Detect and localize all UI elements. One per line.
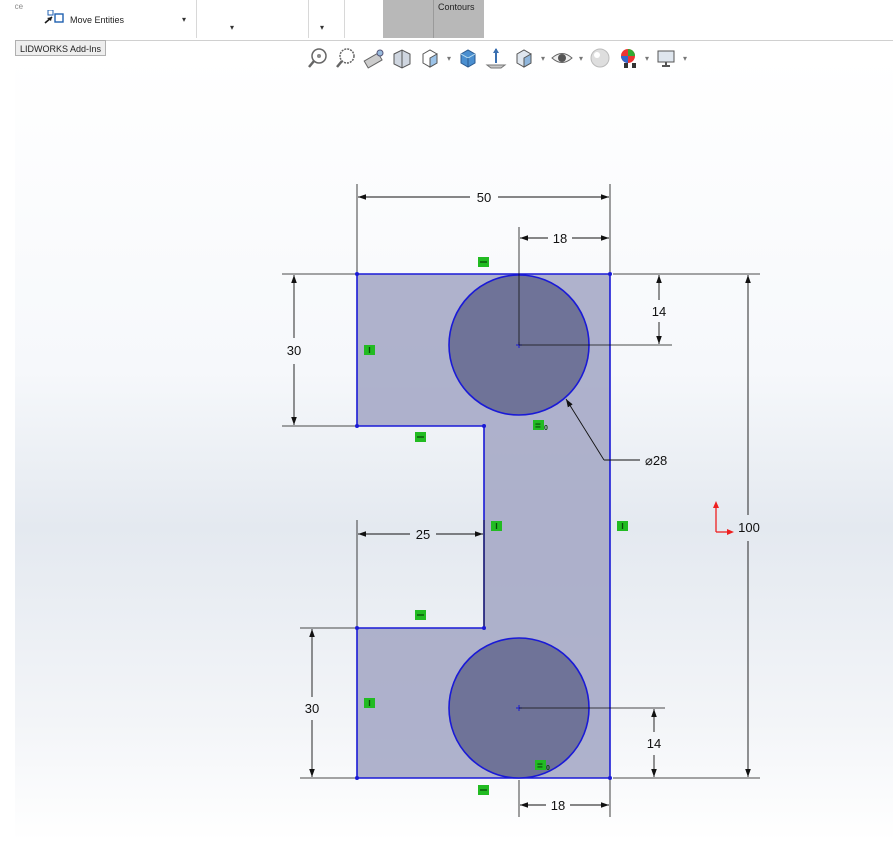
dim-overall-height[interactable]: 100 xyxy=(738,520,760,535)
relation-horizontal-lower-step[interactable] xyxy=(415,610,426,620)
equal-relation-label: = xyxy=(537,761,543,772)
equal-relation-subscript: 0 xyxy=(544,425,548,432)
dim-bottom-circle-height[interactable]: 14 xyxy=(647,736,661,751)
relation-vertical-right[interactable] xyxy=(617,521,628,531)
relation-vertical-notch[interactable] xyxy=(491,521,502,531)
dim-bottom-circle-offset[interactable]: 18 xyxy=(551,798,565,813)
dim-top-circle-offset[interactable]: 18 xyxy=(553,231,567,246)
relation-horizontal-top[interactable] xyxy=(478,257,489,267)
dim-top-circle-depth[interactable]: 14 xyxy=(652,304,666,319)
sketch-origin-icon[interactable] xyxy=(713,501,734,535)
equal-relation-label: = xyxy=(535,421,541,432)
dim-top-width[interactable]: 50 xyxy=(477,190,491,205)
relation-horizontal-upper-step[interactable] xyxy=(415,432,426,442)
equal-relation-subscript: 0 xyxy=(546,765,550,772)
sketch-canvas[interactable]: 50 18 14 30 ⌀28 100 25 30 14 18 = 0 = 0 xyxy=(0,0,893,841)
dim-upper-height[interactable]: 30 xyxy=(287,343,301,358)
dim-lower-height[interactable]: 30 xyxy=(305,701,319,716)
relation-horizontal-bottom[interactable] xyxy=(478,785,489,795)
dim-notch-width[interactable]: 25 xyxy=(416,527,430,542)
relation-vertical-left-lower[interactable] xyxy=(364,698,375,708)
relation-vertical-left-upper[interactable] xyxy=(364,345,375,355)
dim-circle-diameter[interactable]: ⌀28 xyxy=(645,453,667,468)
